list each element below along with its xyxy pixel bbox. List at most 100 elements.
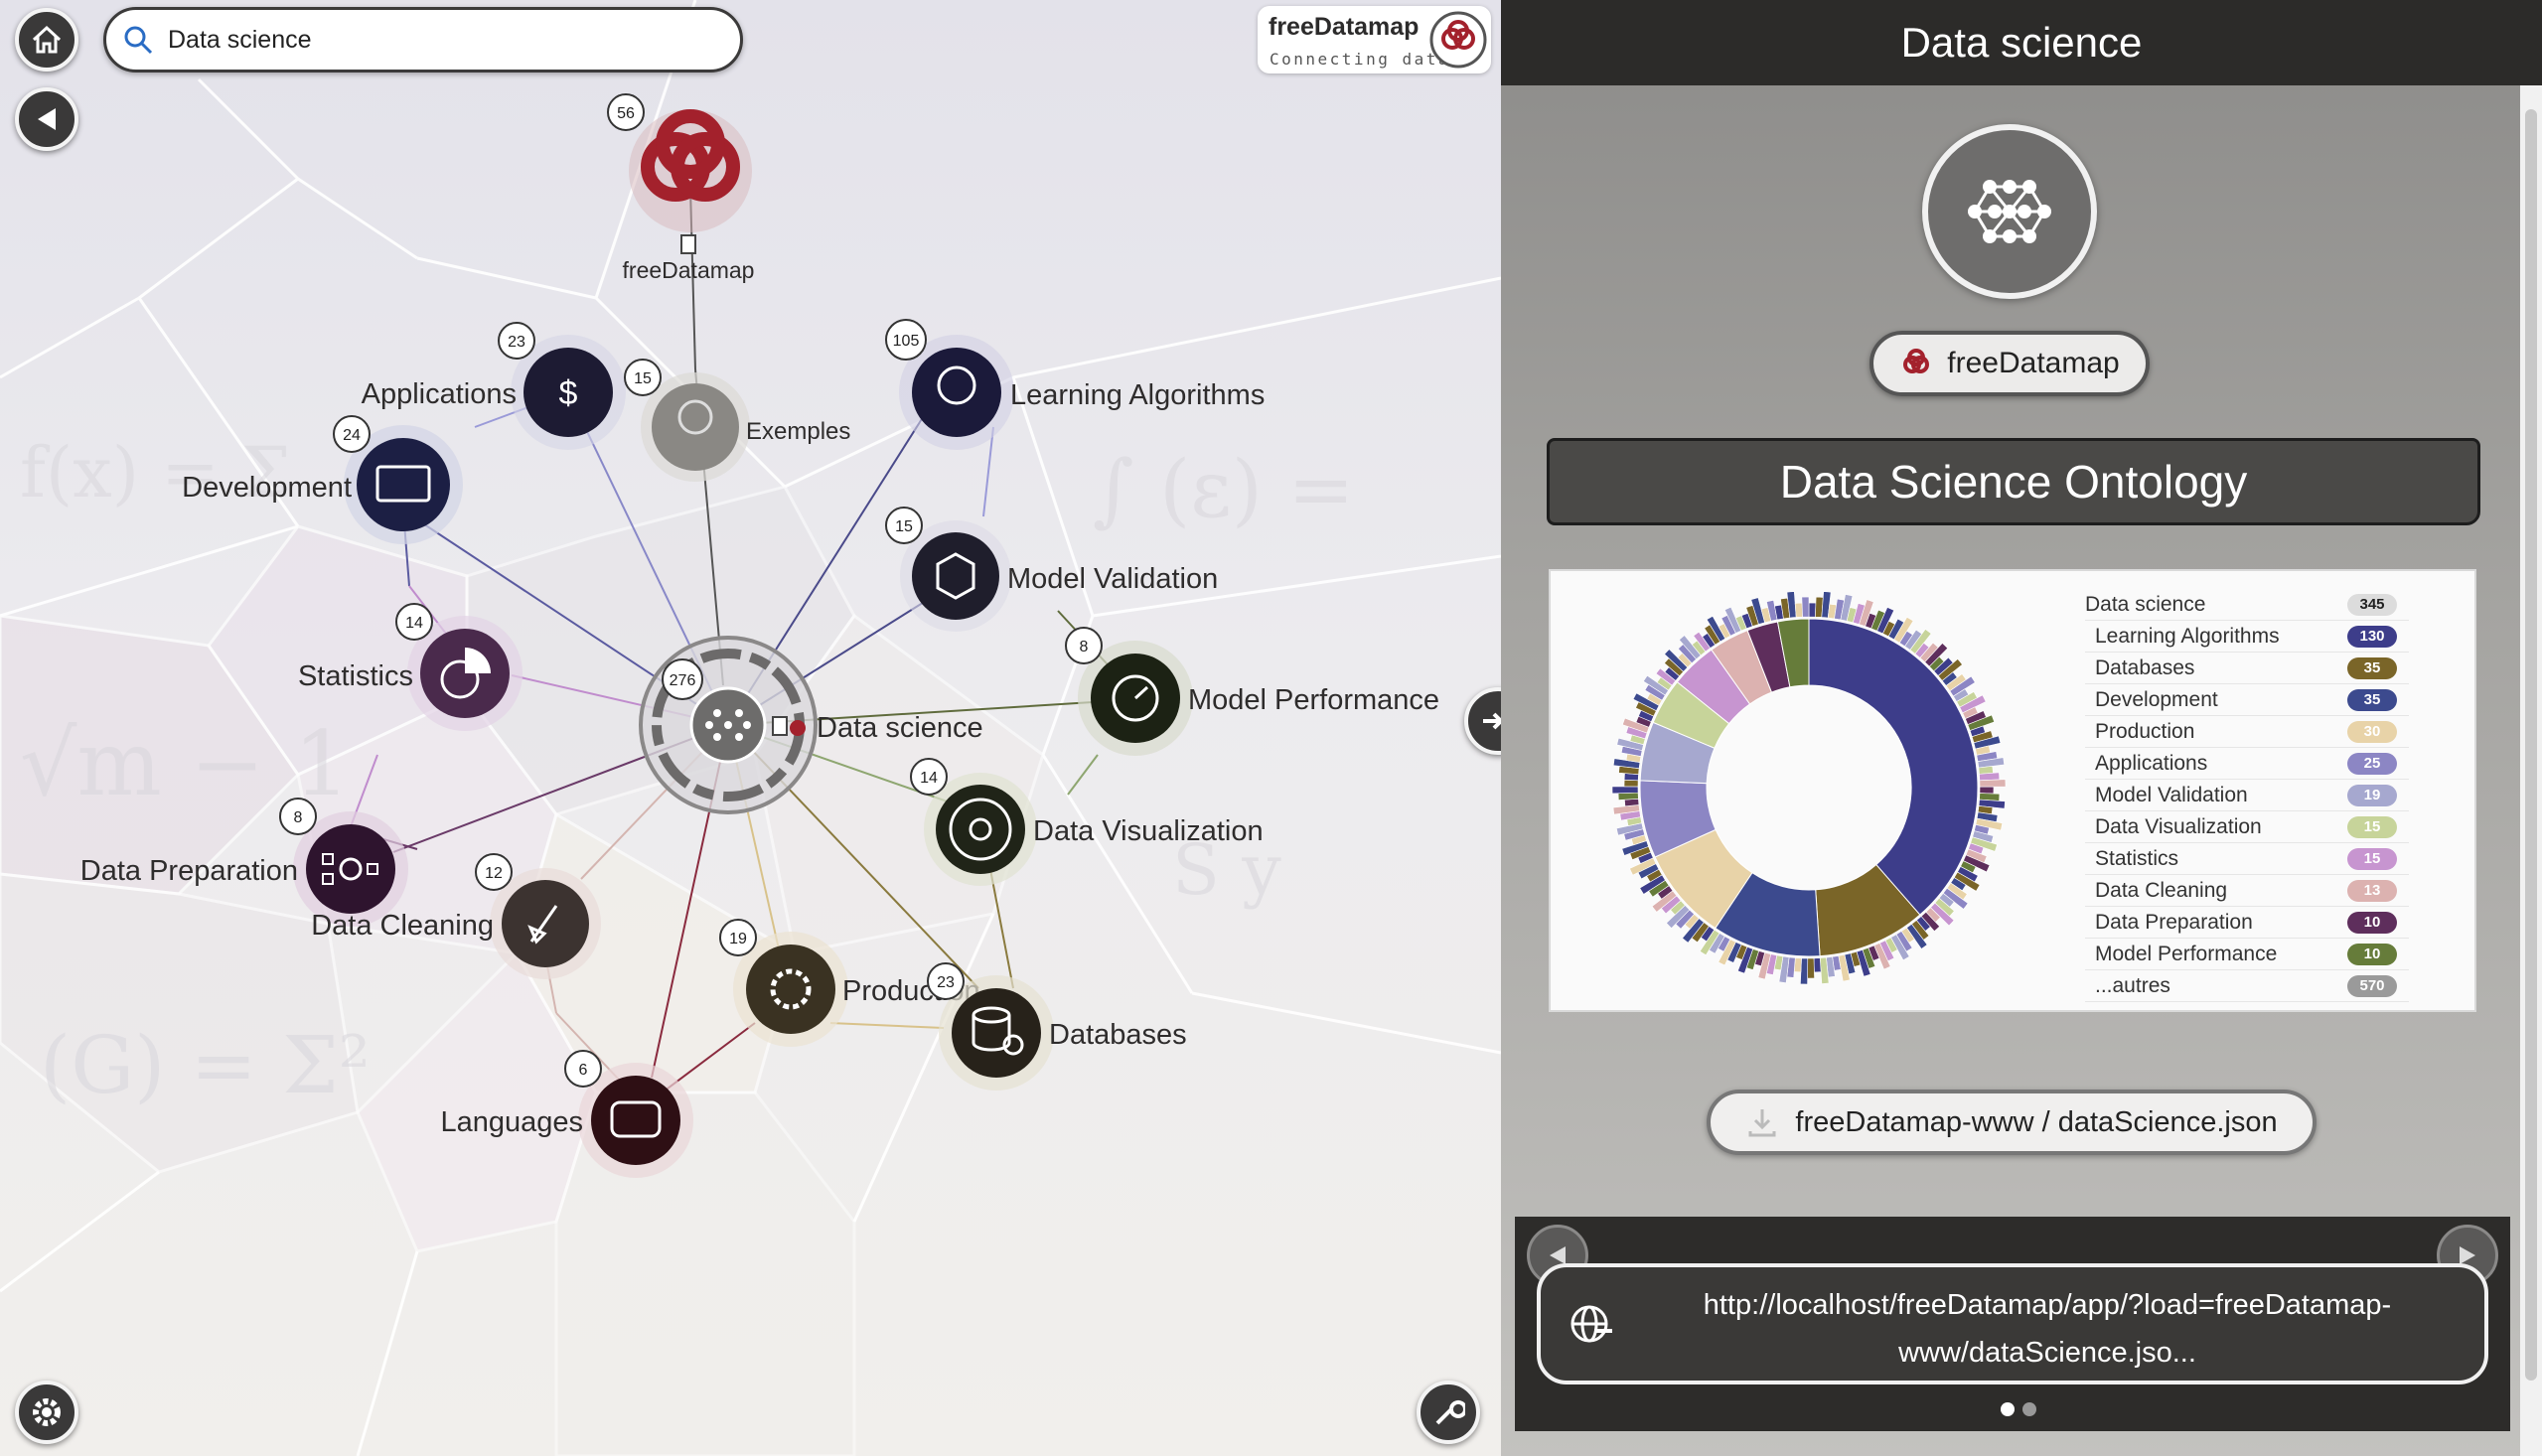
node-label: Data Preparation	[80, 855, 298, 887]
node-count-badge: 276	[670, 672, 696, 689]
legend-row[interactable]: Production 30	[2085, 716, 2409, 748]
node-exemples[interactable]: Exemples 15	[624, 359, 850, 482]
logo-subtitle: Connecting data	[1270, 50, 1450, 69]
app-logo[interactable]: freeDatamap Connecting data	[1258, 6, 1491, 73]
node-label: Model Validation	[1007, 563, 1218, 595]
sunburst-outer-segment[interactable]	[1979, 786, 1995, 795]
legend-count-badge: 15	[2347, 815, 2397, 838]
node-learning-algorithms[interactable]: Learning Algorithms 105	[885, 319, 1265, 450]
legend-count-badge: 10	[2347, 943, 2397, 965]
legend-label: Databases	[2095, 655, 2195, 679]
sunburst-outer-segment[interactable]	[1979, 772, 2001, 782]
legend-count-badge: 30	[2347, 720, 2397, 743]
legend-count-badge: 10	[2347, 911, 2397, 934]
legend-label: Production	[2095, 719, 2195, 743]
gear-icon	[33, 1398, 61, 1426]
map-canvas[interactable]: f(x) = Σ √m − 1 ∫ (ε) = S y (G) = Σ² fre…	[0, 0, 1501, 1456]
sunburst-outer-segment[interactable]	[1979, 779, 2007, 788]
legend-row[interactable]: Data Preparation 10	[2085, 907, 2409, 939]
svg-text:(G) = Σ²: (G) = Σ²	[40, 1019, 371, 1111]
sunburst-outer-segment[interactable]	[1808, 602, 1817, 618]
legend-row[interactable]: Learning Algorithms 130	[2085, 621, 2409, 653]
freedatamap-logo-icon	[1429, 11, 1487, 69]
carousel-dot-active[interactable]	[2001, 1402, 2015, 1416]
source-map-button[interactable]: freeDatamap	[1869, 331, 2150, 396]
node-model-performance[interactable]: Model Performance 8	[1065, 627, 1439, 756]
node-label: freeDatamap	[623, 257, 755, 283]
links-carousel: http://localhost/freeDatamap/app/?load=f…	[1515, 1217, 2510, 1431]
search-input[interactable]	[166, 24, 706, 56]
legend-label: Data Visualization	[2095, 814, 2262, 838]
freedatamap-logo-icon	[1903, 349, 1930, 373]
category-legend: Data science 345 Learning Algorithms 130 Dat…	[2085, 589, 2409, 1002]
node-label: Applications	[362, 378, 517, 410]
globe-link-icon	[1570, 1305, 1612, 1343]
back-button[interactable]	[15, 87, 78, 151]
logo-title: freeDatamap	[1269, 13, 1420, 41]
node-count-badge: 105	[893, 333, 920, 350]
ontology-chart-card: Data science 345 Learning Algorithms 130 Dat…	[1549, 569, 2476, 1012]
topic-icon	[1922, 124, 2097, 299]
legend-label: Data science	[2085, 592, 2206, 616]
legend-count-badge: 345	[2347, 593, 2397, 616]
legend-count-badge: 19	[2347, 784, 2397, 806]
knowledge-graph[interactable]: f(x) = Σ √m − 1 ∫ (ε) = S y (G) = Σ² fre…	[0, 0, 1501, 1456]
node-count-badge: 19	[729, 931, 747, 947]
wrench-icon	[1435, 1399, 1465, 1425]
node-label: Databases	[1049, 1019, 1187, 1051]
node-freedatamap[interactable]: freeDatamap 56	[607, 93, 755, 283]
node-label: Languages	[440, 1106, 583, 1138]
legend-row[interactable]: Databases 35	[2085, 653, 2409, 684]
download-file-button[interactable]: freeDatamap-www / dataScience.json	[1707, 1090, 2317, 1155]
node-count-badge: 8	[294, 809, 303, 826]
panel-title: Data science	[1900, 19, 2143, 66]
legend-row[interactable]: Data science 345	[2085, 589, 2409, 621]
panel-header: Data science	[1501, 0, 2542, 85]
legend-count-badge: 35	[2347, 688, 2397, 711]
panel-scrollbar[interactable]	[2520, 85, 2542, 1456]
node-label: Learning Algorithms	[1010, 379, 1265, 411]
settings-button[interactable]	[15, 1381, 78, 1444]
legend-row[interactable]: ...autres 570	[2085, 970, 2409, 1002]
sunburst-outer-segment[interactable]	[1807, 957, 1815, 979]
sunburst-outer-segment[interactable]	[1611, 786, 1639, 795]
ontology-title: Data Science Ontology	[1779, 456, 2248, 508]
sunburst-outer-segment[interactable]	[1624, 798, 1640, 807]
document-icon	[772, 716, 788, 736]
home-button[interactable]	[15, 8, 78, 72]
node-count-badge: 15	[634, 370, 652, 387]
node-count-badge: 6	[579, 1062, 588, 1079]
details-panel: Data science freeDatamap Data Science On…	[1501, 0, 2542, 1456]
freedatamap-mini-icon	[790, 720, 806, 736]
legend-row[interactable]: Applications 25	[2085, 748, 2409, 780]
legend-row[interactable]: Model Performance 10	[2085, 939, 2409, 970]
scrollbar-thumb[interactable]	[2525, 109, 2537, 1381]
node-label: Model Performance	[1188, 684, 1439, 716]
search-icon	[124, 26, 153, 55]
node-count-badge: 23	[937, 974, 955, 991]
legend-row[interactable]: Statistics 15	[2085, 843, 2409, 875]
node-count-badge: 23	[508, 334, 525, 351]
url-text: http://localhost/freeDatamap/app/?load=f…	[1703, 1289, 2392, 1369]
tools-button[interactable]	[1417, 1381, 1480, 1444]
neural-network-icon	[1968, 180, 2051, 243]
carousel-dot[interactable]	[2022, 1402, 2036, 1416]
sunburst-outer-segment[interactable]	[1623, 779, 1639, 788]
legend-label: Model Performance	[2095, 942, 2278, 965]
legend-row[interactable]: Data Visualization 15	[2085, 811, 2409, 843]
url-link[interactable]: http://localhost/freeDatamap/app/?load=f…	[1537, 1263, 2488, 1384]
legend-row[interactable]: Development 35	[2085, 684, 2409, 716]
legend-row[interactable]: Model Validation 19	[2085, 780, 2409, 811]
ontology-title-banner: Data Science Ontology	[1547, 438, 2480, 525]
sunburst-outer-segment[interactable]	[1617, 792, 1639, 801]
search-bar[interactable]	[103, 7, 743, 73]
sunburst-chart[interactable]	[1590, 577, 2087, 1004]
legend-count-badge: 13	[2347, 879, 2397, 902]
sunburst-outer-segment[interactable]	[1813, 957, 1822, 973]
node-count-badge: 15	[895, 518, 913, 535]
sunburst-outer-segment[interactable]	[1794, 602, 1803, 618]
legend-row[interactable]: Data Cleaning 13	[2085, 875, 2409, 907]
node-label: Data science	[817, 712, 983, 744]
lightbulb-dollar-icon: $	[559, 374, 578, 412]
sunburst-outer-segment[interactable]	[1801, 596, 1810, 618]
